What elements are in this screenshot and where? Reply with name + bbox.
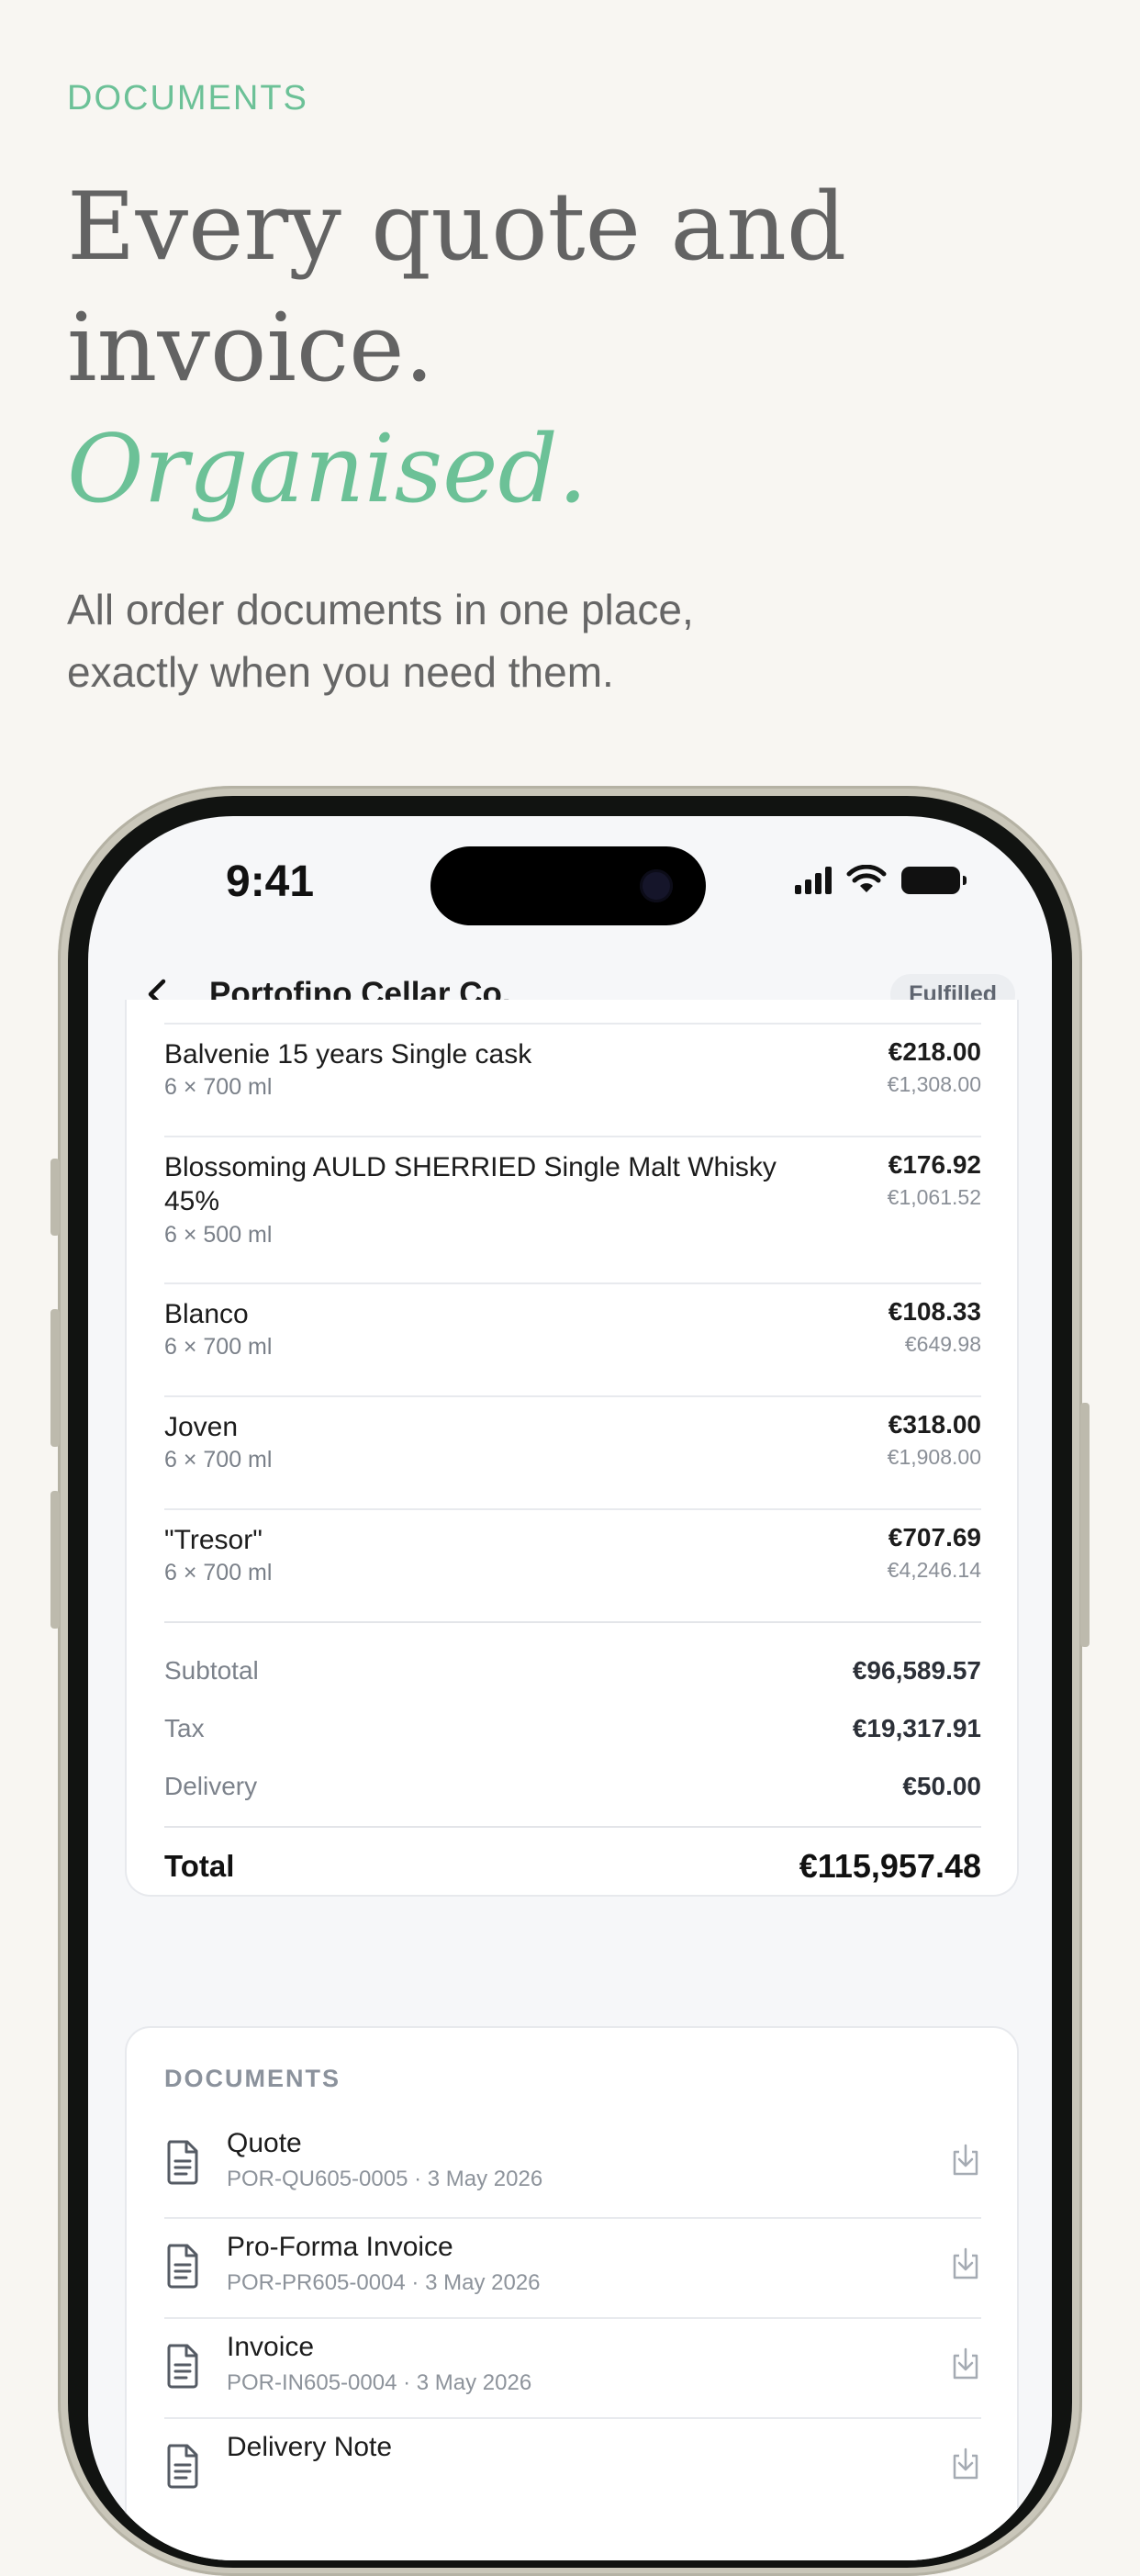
tax-label: Tax bbox=[164, 1714, 205, 1742]
volume-up-button bbox=[50, 1309, 60, 1447]
subtotal-row: Subtotal €96,589.57 bbox=[164, 1656, 981, 1693]
total-divider bbox=[164, 1826, 981, 1828]
document-row-invoice[interactable]: Invoice POR-IN605-0004 · 3 May 2026 bbox=[164, 2317, 981, 2418]
signal-icon bbox=[795, 867, 832, 894]
item-quantity: 6 × 700 ml bbox=[164, 1074, 273, 1100]
item-quantity: 6 × 500 ml bbox=[164, 1222, 273, 1248]
camera-icon bbox=[640, 869, 673, 902]
side-button bbox=[1080, 1403, 1090, 1647]
subtotal-value: €96,589.57 bbox=[852, 1656, 981, 1685]
item-unit-price: €176.92 bbox=[888, 1150, 981, 1179]
section-eyebrow: DOCUMENTS bbox=[67, 79, 308, 118]
phone-screen: 9:41 Portofino Cellar Co. Fulfilled Balv… bbox=[88, 816, 1052, 2560]
hero-subtitle: All order documents in one place, exactl… bbox=[67, 578, 893, 703]
document-title: Delivery Note bbox=[227, 2432, 393, 2462]
line-item[interactable]: Joven 6 × 700 ml €318.00 €1,908.00 bbox=[164, 1395, 981, 1507]
headline-accent: Organised. bbox=[67, 415, 588, 524]
item-quantity: 6 × 700 ml bbox=[164, 1447, 273, 1473]
item-unit-price: €318.00 bbox=[888, 1410, 981, 1439]
subtitle-line-1: All order documents in one place, bbox=[67, 586, 694, 633]
document-row-quote[interactable]: Quote POR-QU605-0005 · 3 May 2026 bbox=[164, 2115, 981, 2214]
delivery-label: Delivery bbox=[164, 1772, 258, 1800]
line-item[interactable]: "Tresor" 6 × 700 ml €707.69 €4,246.14 bbox=[164, 1508, 981, 1620]
item-line-total: €649.98 bbox=[904, 1332, 981, 1356]
document-row-delivery-note[interactable]: Delivery Note bbox=[164, 2417, 981, 2518]
status-icons bbox=[795, 864, 967, 897]
document-row-proforma[interactable]: Pro-Forma Invoice POR-PR605-0004 · 3 May… bbox=[164, 2217, 981, 2318]
hero-headline: Every quote and invoice. Organised. bbox=[67, 167, 985, 531]
headline-line-2: invoice. bbox=[67, 294, 434, 403]
download-icon[interactable] bbox=[950, 2447, 981, 2481]
item-name: Balvenie 15 years Single cask bbox=[164, 1039, 532, 1070]
document-title: Invoice bbox=[227, 2332, 315, 2362]
document-meta: POR-PR605-0004 · 3 May 2026 bbox=[227, 2270, 541, 2295]
headline-line-1: Every quote and bbox=[67, 173, 847, 282]
delivery-value: €50.00 bbox=[902, 1772, 981, 1800]
delivery-row: Delivery €50.00 bbox=[164, 1772, 981, 1809]
download-icon[interactable] bbox=[950, 2143, 981, 2178]
line-item[interactable]: Blossoming AULD SHERRIED Single Malt Whi… bbox=[164, 1136, 981, 1282]
summary-divider bbox=[164, 1621, 981, 1623]
subtitle-line-2: exactly when you need them. bbox=[67, 648, 614, 696]
download-icon[interactable] bbox=[950, 2346, 981, 2381]
document-icon bbox=[167, 2140, 198, 2185]
item-line-total: €4,246.14 bbox=[887, 1558, 981, 1582]
documents-card: DOCUMENTS Quote POR-QU605-0005 · 3 May 2… bbox=[125, 2026, 1019, 2560]
download-icon[interactable] bbox=[950, 2246, 981, 2281]
item-name: Blossoming AULD SHERRIED Single Malt Whi… bbox=[164, 1152, 777, 1216]
document-title: Quote bbox=[227, 2128, 302, 2158]
line-item[interactable]: Balvenie 15 years Single cask 6 × 700 ml… bbox=[164, 1023, 981, 1135]
item-name: Joven bbox=[164, 1412, 239, 1442]
tax-value: €19,317.91 bbox=[852, 1714, 981, 1742]
item-quantity: 6 × 700 ml bbox=[164, 1560, 273, 1585]
documents-header: DOCUMENTS bbox=[164, 2065, 341, 2092]
item-line-total: €1,308.00 bbox=[887, 1072, 981, 1096]
document-icon bbox=[167, 2344, 198, 2389]
document-icon bbox=[167, 2244, 198, 2289]
subtotal-label: Subtotal bbox=[164, 1656, 259, 1685]
total-label: Total bbox=[164, 1849, 235, 1883]
item-unit-price: €108.33 bbox=[888, 1297, 981, 1326]
item-unit-price: €707.69 bbox=[888, 1523, 981, 1551]
battery-icon bbox=[901, 867, 967, 894]
order-items-card: Balvenie 15 years Single cask 6 × 700 ml… bbox=[125, 1000, 1019, 1897]
line-item[interactable]: Blanco 6 × 700 ml €108.33 €649.98 bbox=[164, 1282, 981, 1394]
status-time: 9:41 bbox=[226, 857, 315, 906]
item-name: Blanco bbox=[164, 1299, 249, 1329]
dynamic-island bbox=[430, 846, 706, 925]
item-name: "Tresor" bbox=[164, 1525, 263, 1555]
total-value: €115,957.48 bbox=[799, 1847, 981, 1885]
wifi-icon bbox=[846, 865, 887, 892]
item-quantity: 6 × 700 ml bbox=[164, 1334, 273, 1360]
volume-down-button bbox=[50, 1491, 60, 1629]
item-line-total: €1,061.52 bbox=[887, 1185, 981, 1209]
item-line-total: €1,908.00 bbox=[887, 1445, 981, 1469]
document-meta: POR-IN605-0004 · 3 May 2026 bbox=[227, 2370, 532, 2395]
tax-row: Tax €19,317.91 bbox=[164, 1714, 981, 1751]
action-button bbox=[50, 1159, 60, 1236]
item-unit-price: €218.00 bbox=[888, 1037, 981, 1066]
document-meta: POR-QU605-0005 · 3 May 2026 bbox=[227, 2167, 543, 2191]
document-icon bbox=[167, 2444, 198, 2489]
document-title: Pro-Forma Invoice bbox=[227, 2232, 453, 2262]
